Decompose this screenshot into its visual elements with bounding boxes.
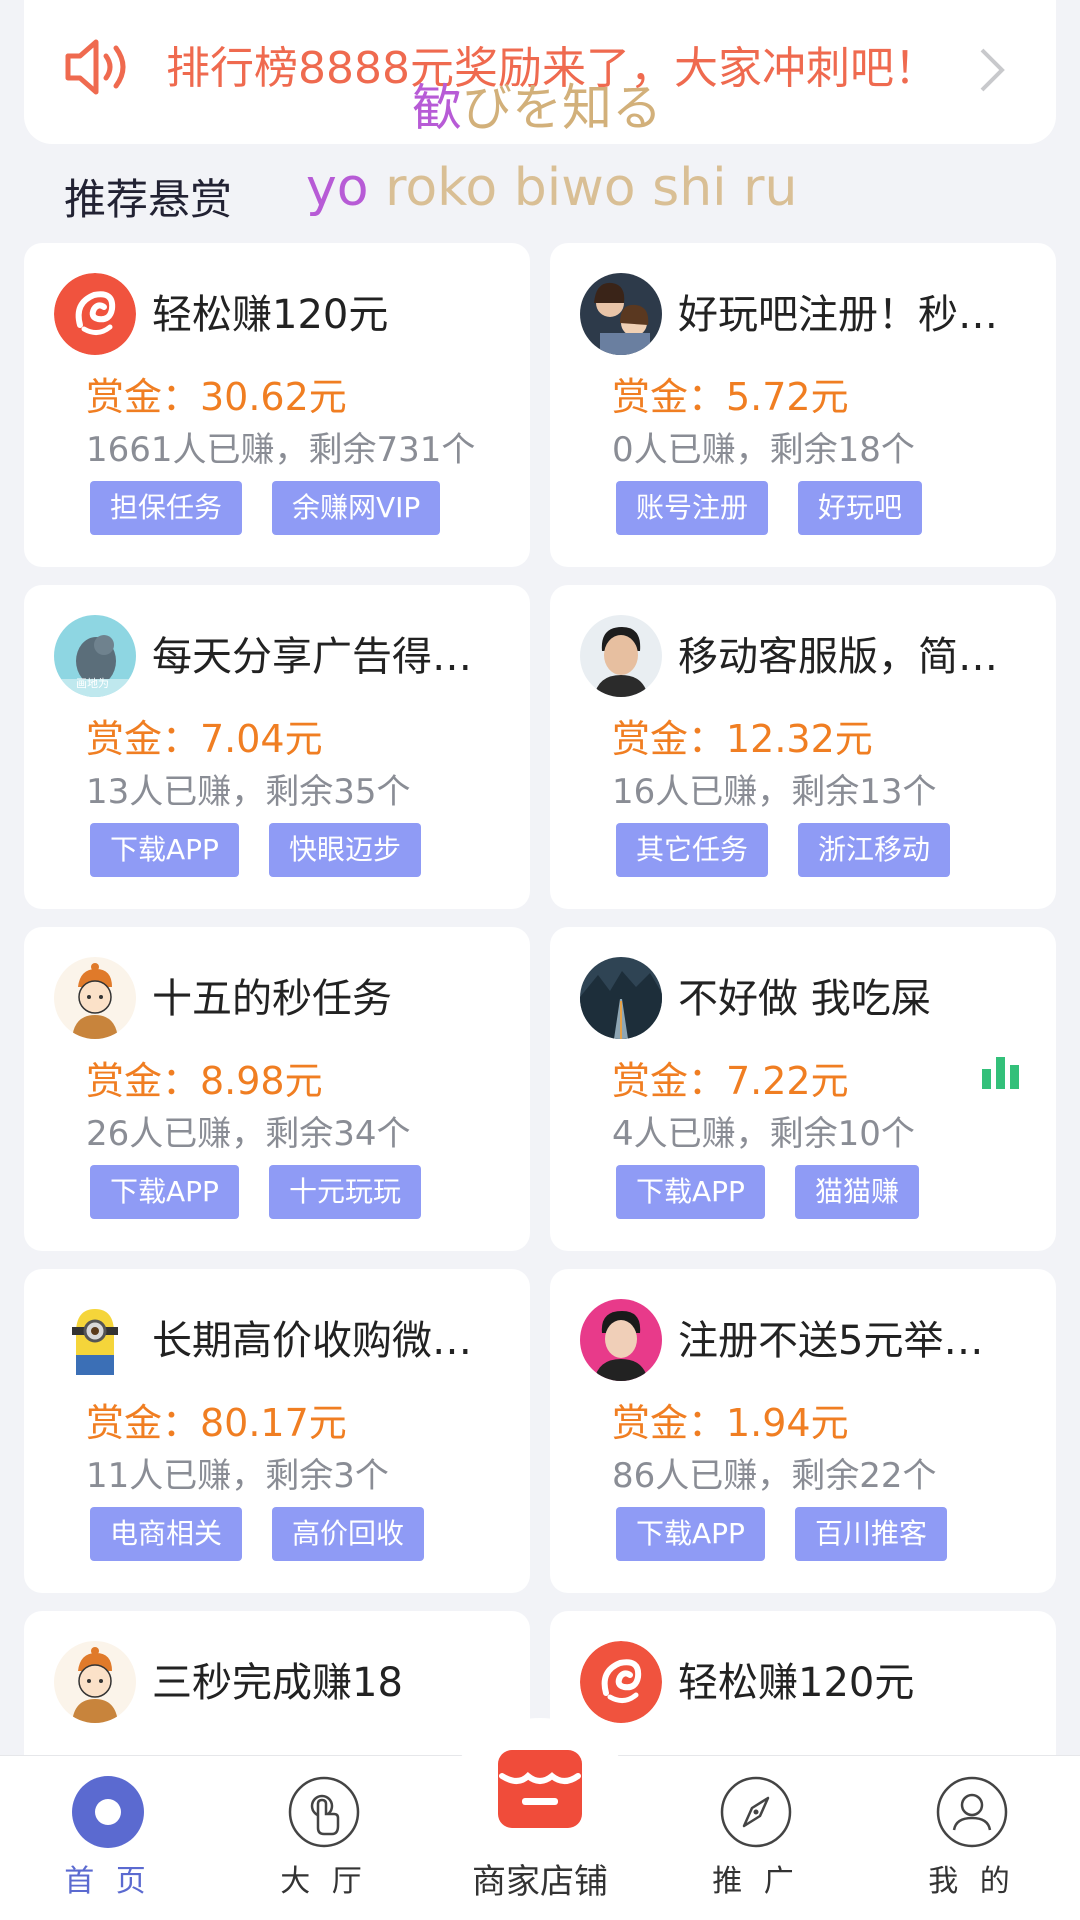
task-card[interactable]: 移动客服版，简… 赏金：12.32元 16人已赚，剩余13个 其它任务 浙江移动 (550, 585, 1056, 909)
task-title: 长期高价收购微… (152, 1318, 472, 1364)
task-stats: 26人已赚，剩余34个 (86, 1114, 411, 1154)
task-title: 轻松赚120元 (678, 1660, 915, 1706)
task-tag[interactable]: 百川推客 (794, 1507, 947, 1561)
task-title: 好玩吧注册！秒… (678, 292, 998, 338)
overlay-romaji-first: yo (306, 158, 369, 218)
nav-hall[interactable]: 大 厅 (216, 1756, 432, 1920)
nav-mine[interactable]: 我 的 (864, 1756, 1080, 1920)
avatar (580, 957, 662, 1039)
task-title: 不好做 我吃屎 (678, 976, 931, 1022)
task-reward: 赏金：12.32元 (612, 717, 873, 761)
nav-label: 推 广 (712, 1864, 800, 1899)
task-title: 十五的秒任务 (152, 976, 392, 1022)
nav-home[interactable]: 首 页 (0, 1756, 216, 1920)
task-card[interactable]: 十五的秒任务 赏金：8.98元 26人已赚，剩余34个 下载APP 十元玩玩 (24, 927, 530, 1251)
task-stats: 0人已赚，剩余18个 (612, 430, 915, 470)
avatar (580, 1641, 662, 1723)
task-reward: 赏金：8.98元 (86, 1059, 323, 1103)
task-tag[interactable]: 下载APP (90, 823, 239, 877)
task-tag[interactable]: 下载APP (616, 1507, 765, 1561)
nav-label: 我 的 (928, 1864, 1016, 1899)
nav-label: 大 厅 (280, 1864, 368, 1899)
bar-chart-icon[interactable] (980, 1055, 1022, 1089)
avatar (54, 1299, 136, 1381)
task-card[interactable]: 不好做 我吃屎 赏金：7.22元 4人已赚，剩余10个 下载APP 猫猫赚 (550, 927, 1056, 1251)
task-card[interactable]: 轻松赚120元 赏金：30.62元 1661人已赚，剩余731个 担保任务 余赚… (24, 243, 530, 567)
avatar (54, 957, 136, 1039)
task-tag[interactable]: 快眼迈步 (268, 823, 421, 877)
task-title: 三秒完成赚18 (152, 1660, 403, 1706)
avatar (580, 1299, 662, 1381)
task-title: 注册不送5元举… (678, 1318, 984, 1364)
overlay-jp-first: 歓 (412, 79, 462, 137)
user-icon (936, 1776, 1008, 1848)
task-tag[interactable]: 余赚网VIP (272, 481, 441, 535)
task-title: 轻松赚120元 (152, 292, 389, 338)
overlay-jp-rest: びを知る (462, 79, 662, 137)
task-card[interactable]: 好玩吧注册！秒… 赏金：5.72元 0人已赚，剩余18个 账号注册 好玩吧 (550, 243, 1056, 567)
speaker-icon (65, 39, 126, 95)
task-reward: 赏金：5.72元 (612, 375, 849, 419)
compass-icon (720, 1776, 792, 1848)
task-title: 移动客服版，简… (678, 634, 998, 680)
overlay-romaji-rest: roko biwo shi ru (368, 158, 798, 218)
overlay-japanese-text: 歓びを知る (412, 80, 662, 136)
task-reward: 赏金：1.94元 (612, 1401, 849, 1445)
app-screen: ⚡ 排行榜8888元奖励来了，大家冲刺吧！ 歓びを知る 推荐悬赏 yo roko… (0, 0, 1080, 1920)
task-reward: 赏金：7.22元 (612, 1059, 849, 1103)
avatar (54, 1641, 136, 1723)
nav-label: 商家店铺 (472, 1862, 608, 1902)
task-stats: 13人已赚，剩余35个 (86, 772, 411, 812)
avatar (580, 615, 662, 697)
task-tag[interactable]: 浙江移动 (798, 823, 951, 877)
chevron-right-icon[interactable] (972, 42, 1012, 98)
task-tag[interactable]: 高价回收 (272, 1507, 425, 1561)
nav-label: 首 页 (64, 1864, 152, 1899)
task-stats: 1661人已赚，剩余731个 (86, 430, 476, 470)
task-tag[interactable]: 下载APP (90, 1165, 239, 1219)
avatar-caption: 画地为 (76, 677, 109, 690)
task-reward: 赏金：80.17元 (86, 1401, 347, 1445)
task-reward: 赏金：7.04元 (86, 717, 323, 761)
task-tag[interactable]: 好玩吧 (798, 481, 923, 535)
hand-pointer-icon (288, 1776, 360, 1848)
shop-icon (498, 1750, 582, 1828)
avatar (580, 273, 662, 355)
nav-shop[interactable]: 商家店铺 (432, 1718, 648, 1920)
avatar (54, 273, 136, 355)
task-tag[interactable]: 担保任务 (90, 481, 243, 535)
avatar: 画地为 (54, 615, 136, 697)
task-tag[interactable]: 下载APP (616, 1165, 765, 1219)
nav-promote[interactable]: 推 广 (648, 1756, 864, 1920)
overlay-romaji-text: yo roko biwo shi ru (306, 156, 797, 220)
task-tag[interactable]: 猫猫赚 (794, 1165, 919, 1219)
task-stats: 11人已赚，剩余3个 (86, 1456, 389, 1496)
task-stats: 86人已赚，剩余22个 (612, 1456, 937, 1496)
task-reward: 赏金：30.62元 (86, 375, 347, 419)
task-card[interactable]: 画地为 每天分享广告得… 赏金：7.04元 13人已赚，剩余35个 下载APP … (24, 585, 530, 909)
task-stats: 4人已赚，剩余10个 (612, 1114, 915, 1154)
task-tag[interactable]: 账号注册 (616, 481, 769, 535)
task-tag[interactable]: 电商相关 (90, 1507, 243, 1561)
task-tag[interactable]: 十元玩玩 (268, 1165, 421, 1219)
task-tag[interactable]: 其它任务 (616, 823, 769, 877)
task-stats: 16人已赚，剩余13个 (612, 772, 937, 812)
task-card[interactable]: 长期高价收购微… 赏金：80.17元 11人已赚，剩余3个 电商相关 高价回收 (24, 1269, 530, 1593)
section-title: 推荐悬赏 (64, 175, 233, 224)
task-title: 每天分享广告得… (152, 634, 472, 680)
home-icon (72, 1776, 144, 1848)
task-card[interactable]: 注册不送5元举… 赏金：1.94元 86人已赚，剩余22个 下载APP 百川推客 (550, 1269, 1056, 1593)
